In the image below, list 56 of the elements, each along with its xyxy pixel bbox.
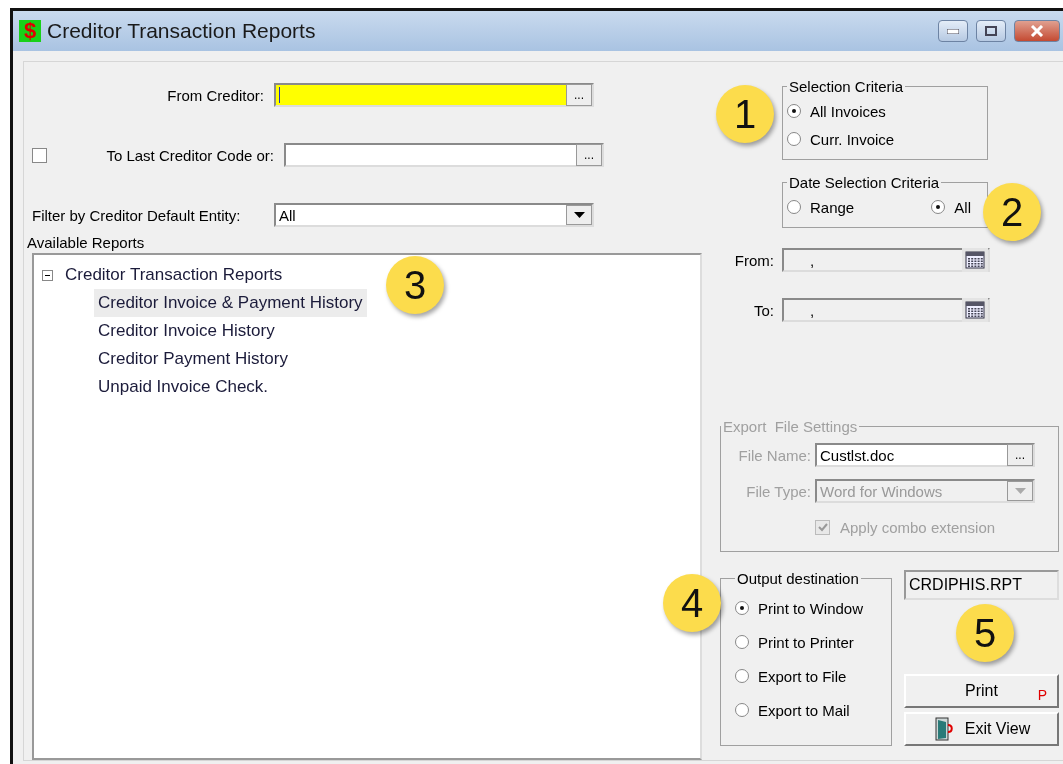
calendar-icon bbox=[965, 301, 985, 319]
tree-item[interactable]: Creditor Transaction Reports bbox=[61, 261, 287, 289]
door-icon bbox=[932, 717, 955, 741]
minimize-icon bbox=[947, 28, 959, 34]
radio-option[interactable]: Export to File bbox=[735, 659, 847, 693]
checkbox-label: Apply combo extension bbox=[840, 518, 996, 536]
dropdown-button[interactable] bbox=[566, 205, 592, 225]
from-creditor-field[interactable]: ... bbox=[274, 83, 594, 107]
group-title: Output destination bbox=[736, 570, 860, 587]
calendar-icon bbox=[965, 251, 985, 269]
date-field[interactable]: , bbox=[782, 298, 990, 322]
dropdown-arrow-icon bbox=[1014, 487, 1026, 495]
tree-item[interactable]: Creditor Invoice & Payment History bbox=[94, 289, 367, 317]
tree-item[interactable]: Unpaid Invoice Check. bbox=[94, 373, 273, 401]
tree-item[interactable]: Creditor Invoice History bbox=[94, 317, 279, 345]
radio-option[interactable]: Export to Mail bbox=[735, 693, 850, 727]
print-button[interactable]: Print P bbox=[904, 674, 1059, 708]
field-label: File Name: bbox=[737, 446, 812, 464]
field-label: File Type: bbox=[745, 482, 812, 500]
radio-option[interactable]: All Invoices bbox=[787, 97, 886, 125]
field-label: Filter by Creditor Default Entity: bbox=[32, 206, 242, 224]
tree-item[interactable]: Creditor Payment History bbox=[94, 345, 292, 373]
checkbox[interactable] bbox=[32, 147, 47, 163]
radio-option[interactable]: All bbox=[931, 193, 971, 221]
window-title: Creditor Transaction Reports bbox=[47, 19, 317, 43]
radio-option[interactable]: Print to Printer bbox=[735, 625, 854, 659]
radio-option[interactable]: Range bbox=[787, 193, 855, 221]
date-field[interactable]: , bbox=[782, 248, 990, 272]
report-file-field: CRDIPHIS.RPT bbox=[904, 570, 1059, 600]
browse-button[interactable]: ... bbox=[566, 84, 592, 106]
group-title: Date Selection Criteria bbox=[788, 174, 941, 191]
field-label: From Creditor: bbox=[166, 86, 265, 104]
browse-button[interactable]: ... bbox=[576, 144, 602, 166]
file-name-field: Custlst.doc ... bbox=[815, 443, 1035, 467]
calendar-button[interactable] bbox=[962, 248, 988, 272]
maximize-button[interactable] bbox=[976, 20, 1006, 42]
group-title: Export File Settings bbox=[722, 418, 859, 435]
radio-option[interactable]: Print to Window bbox=[735, 591, 864, 625]
to-creditor-field[interactable]: ... bbox=[284, 143, 604, 167]
maximize-icon bbox=[985, 26, 997, 36]
app-icon: $ bbox=[19, 20, 41, 42]
calendar-button[interactable] bbox=[962, 298, 988, 322]
collapse-icon[interactable] bbox=[42, 269, 53, 281]
date-label: To: bbox=[753, 301, 775, 319]
dropdown-arrow-icon bbox=[573, 211, 585, 219]
minimize-button[interactable] bbox=[938, 20, 968, 42]
entity-dropdown[interactable]: All bbox=[274, 203, 594, 227]
field-label: To Last Creditor Code or: bbox=[105, 146, 275, 164]
section-label: Available Reports bbox=[27, 234, 146, 251]
close-button[interactable] bbox=[1014, 20, 1060, 42]
checkmark-icon bbox=[817, 522, 828, 532]
radio-option[interactable]: Curr. Invoice bbox=[787, 125, 895, 153]
close-icon bbox=[1030, 25, 1044, 37]
exit-view-button[interactable]: Exit View bbox=[904, 712, 1059, 746]
group-title: Selection Criteria bbox=[788, 78, 905, 95]
date-label: From: bbox=[733, 251, 775, 269]
